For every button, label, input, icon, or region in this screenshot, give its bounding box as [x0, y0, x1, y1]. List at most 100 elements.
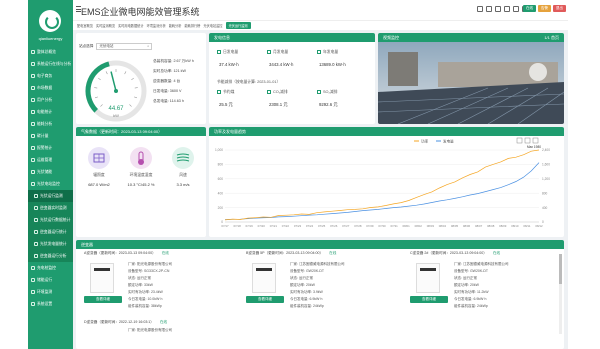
nav-tab[interactable]: 环境监测分析	[147, 23, 166, 28]
weather-label: 辐照度	[93, 173, 105, 177]
header-button[interactable]: 告警	[538, 5, 551, 12]
checkbox-icon[interactable]	[317, 50, 321, 54]
sidebar-item[interactable]: 系统运行在线与分析	[28, 58, 73, 70]
video-feed[interactable]	[378, 42, 564, 124]
x-tick: 07/28	[354, 224, 362, 228]
home-icon[interactable]	[477, 6, 483, 12]
menu-item-icon	[34, 230, 38, 234]
header-button[interactable]: 退出	[553, 5, 566, 12]
nav-tab[interactable]: 能耗分析	[169, 23, 182, 28]
sidebar-item[interactable]: 报警统计	[28, 142, 73, 154]
fullscreen-icon[interactable]	[504, 6, 510, 12]
sidebar-item[interactable]: 环境监测	[28, 286, 73, 298]
sidebar-item[interactable]: 储能运行	[28, 274, 73, 286]
inverter-info-line: 厂家: 阳光电源股份有限公司	[128, 262, 172, 266]
gauge-stat: 逆变器数量: 4 台	[153, 79, 181, 83]
menu-item-icon	[31, 62, 35, 66]
saving-item: SO₂减排	[317, 90, 338, 95]
sidebar-item[interactable]: 电能统计	[28, 106, 73, 118]
sidebar-item[interactable]: 整体总概览	[28, 46, 73, 58]
checkbox-icon[interactable]	[267, 90, 271, 94]
sidebar-item[interactable]: 电子商务	[28, 70, 73, 82]
inverter-image	[252, 263, 276, 293]
x-tick: 07/29	[366, 224, 374, 228]
search-icon[interactable]	[486, 6, 492, 12]
sidebar-item[interactable]: 光伏储能	[28, 166, 73, 178]
inverter-info: 厂家: 江苏固德威电源科技有限公司 设备型号: GW20K-DT 状态: 运行正常额…	[290, 262, 344, 311]
weather-value: 3.3 m/s	[176, 182, 190, 187]
app-window: qianliuenergy 整体总概览 系统运行在线与分析 电子商务 市场数据 用户分析…	[28, 0, 568, 349]
y-tick-left: 200	[218, 206, 224, 210]
menu-item-icon	[34, 242, 38, 246]
sidebar-item[interactable]: 光伏运行数据统计	[28, 214, 73, 226]
gauge-tick	[94, 96, 99, 99]
sidebar-item[interactable]: 逆变器实时监测	[28, 202, 73, 214]
sidebar-item[interactable]: 逆变器运行分析	[28, 250, 73, 262]
inverter-scrollbar[interactable]	[559, 254, 562, 334]
inverter-info-line: 实时有功功率: 23.4kW	[128, 290, 163, 294]
sidebar-item[interactable]: 碳计量	[28, 130, 73, 142]
sidebar-item[interactable]: 能耗分析	[28, 118, 73, 130]
inverter-info-line: 额定功率: 33kW	[128, 283, 153, 287]
power-line	[224, 149, 540, 221]
station-select[interactable]: 光伏电站 ⌕	[96, 43, 153, 50]
trend-chart: 功率 发电量1,00080060040020002,4001,6001,20080…	[215, 137, 550, 228]
menu-item-icon	[31, 50, 35, 54]
checkbox-icon[interactable]	[267, 50, 271, 54]
nav-tab[interactable]: 光伏运行监测	[225, 22, 251, 29]
inverter-info: 厂家: 阳光电源股份有限公司 设备型号: SG33CX-2P-CN 状态: 运行正常…	[128, 262, 172, 311]
x-tick: 08/06	[463, 224, 471, 228]
header-button[interactable]: 在线	[523, 5, 536, 12]
gauge-unit: kW	[113, 113, 119, 118]
inverter-info-line: 设备型号: SG33CX-2P-CN	[128, 269, 170, 273]
menu-item-icon	[31, 86, 35, 90]
weather-item: 辐照度 687.0 W/m2	[85, 147, 113, 187]
sidebar-item-label: 碳计量	[37, 134, 49, 138]
nav-tab[interactable]: 实时监测概览	[96, 23, 115, 28]
weather-item: 环境温度湿度 10.3 °C/45.2 %	[127, 147, 155, 187]
sidebar-item-label: 能耗分析	[37, 122, 53, 126]
view-details-button[interactable]: 查看详细	[246, 296, 284, 303]
sidebar-item[interactable]: 系统设置	[28, 298, 73, 310]
chart-tool-icon[interactable]	[524, 137, 531, 144]
sidebar-item[interactable]: 用户分析	[28, 94, 73, 106]
sidebar-item-label: 市场数据	[37, 86, 53, 90]
menu-item-icon	[31, 266, 35, 270]
sidebar-item[interactable]: 运维管理	[28, 154, 73, 166]
sidebar-item-label: 逆变器实时监测	[40, 206, 67, 210]
checkbox-icon[interactable]	[317, 90, 321, 94]
sidebar-item[interactable]: 充电桩监控	[28, 262, 73, 274]
nav-tab[interactable]: 能耗排行榜	[184, 23, 200, 28]
gauge-value: 44.67	[108, 106, 124, 112]
weather-value: 10.3 °C/45.2 %	[127, 182, 155, 187]
x-tick: 08/02	[415, 224, 423, 228]
sound-icon[interactable]	[495, 6, 501, 12]
nav-tab[interactable]: 光伏电站监控	[203, 23, 222, 28]
chart-tool-icon[interactable]	[532, 137, 539, 144]
inverter-info-line: 额定功率: 20kW	[454, 283, 479, 287]
view-details-button[interactable]: 查看详细	[410, 296, 448, 303]
sidebar-item[interactable]: 光伏运行监测	[28, 190, 73, 202]
search-icon[interactable]: ⌕	[147, 44, 149, 49]
max-annotation: Max 1980	[527, 145, 541, 149]
generation-panel: 发电信息 日发电量 37.4 kW·h 月发电量 3443.4 kW·h 年发电量 136…	[209, 33, 375, 124]
grid-icon[interactable]	[513, 6, 519, 12]
sidebar-item[interactable]: 逆变器运行统计	[28, 226, 73, 238]
y-tick-left: 600	[218, 177, 224, 181]
sidebar-item-label: 整体总概览	[37, 50, 56, 54]
sidebar-item[interactable]: 光伏电站监控	[28, 178, 73, 190]
sidebar-item[interactable]: 市场数据	[28, 82, 73, 94]
view-details-button[interactable]: 查看详细	[84, 296, 122, 303]
nav-tab[interactable]: 配电室概览	[77, 23, 93, 28]
video-pager[interactable]: 1/1 首页	[544, 33, 559, 42]
saving-value: 9292.6 元	[319, 102, 338, 107]
sidebar-item[interactable]: 光伏发电量统计	[28, 238, 73, 250]
video-header: 视频监控 1/1 首页	[378, 33, 564, 42]
checkbox-icon[interactable]	[217, 50, 221, 54]
inverter-info: 厂家: 江苏固德威电源科技有限公司 设备型号: GW20K-DT 状态: 运行正常额…	[454, 262, 508, 311]
energy-line	[224, 162, 540, 220]
generation-title: 发电信息	[209, 33, 375, 42]
chart-tool-icon[interactable]	[516, 137, 523, 144]
nav-tab[interactable]: 实时用电数据统计	[118, 23, 144, 28]
checkbox-icon[interactable]	[217, 90, 221, 94]
